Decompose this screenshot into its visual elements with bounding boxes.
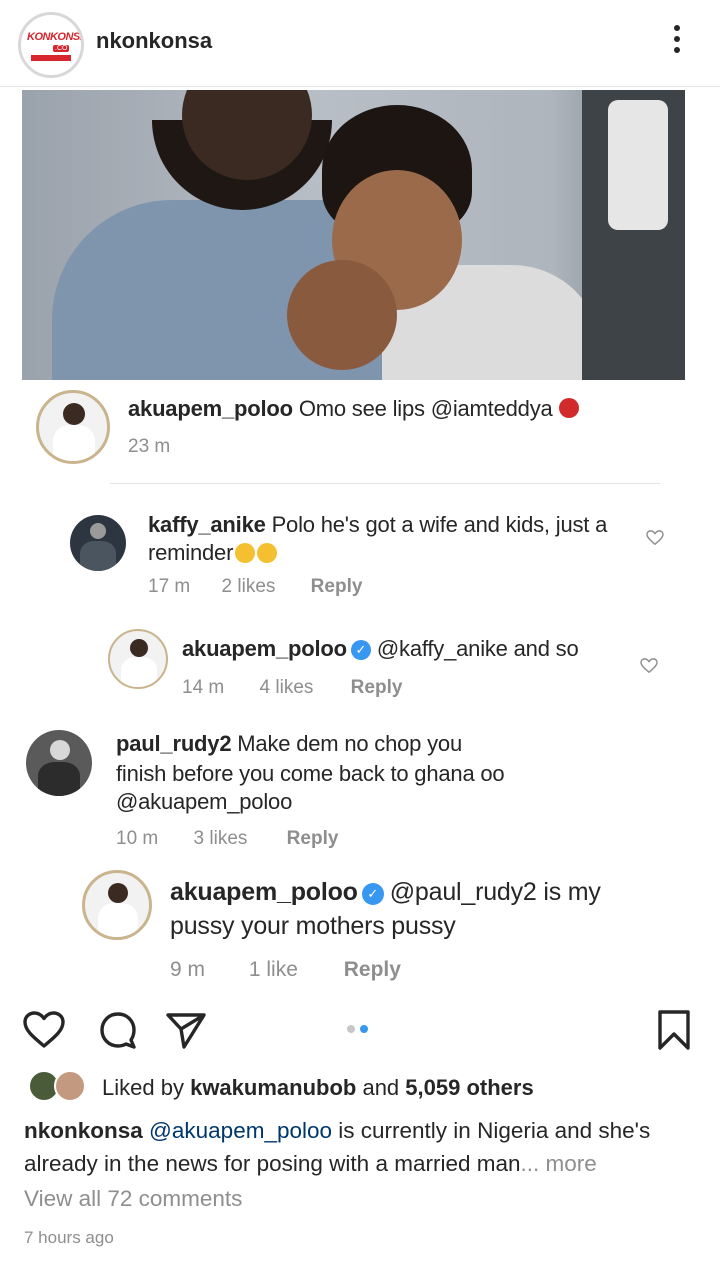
- likes-row[interactable]: Liked by kwakumanubob and 5,059 others: [24, 1070, 714, 1106]
- heart-icon: [640, 658, 658, 674]
- comment-text: reminder: [148, 540, 234, 565]
- comment-time: 23 m: [128, 436, 171, 457]
- comment-username: akuapem_poloo: [128, 396, 293, 421]
- comment-likes: 3 likes: [193, 828, 248, 849]
- post-timestamp: 7 hours ago: [24, 1228, 114, 1247]
- avatar: [108, 629, 168, 689]
- share-send-icon[interactable]: [164, 1010, 208, 1050]
- comment-icon[interactable]: [98, 1010, 138, 1050]
- logo-band: [31, 55, 71, 61]
- profile-avatar[interactable]: KONKONSA .CO: [18, 12, 84, 78]
- logo-text: KONKONSA: [27, 31, 84, 43]
- comment-divider: [110, 483, 660, 484]
- reply-button: Reply: [350, 677, 403, 698]
- reply-button: Reply: [343, 958, 401, 981]
- comment-time: 17 m: [148, 576, 191, 597]
- reply-button: Reply: [286, 828, 339, 849]
- comment-time: 10 m: [116, 828, 159, 849]
- konkonsa-logo: KONKONSA .CO: [27, 25, 84, 65]
- caption-mention[interactable]: @akuapem_poloo: [149, 1118, 332, 1143]
- post-actions: [0, 1000, 720, 1060]
- post-caption: nkonkonsa @akuapem_poloo is currently in…: [24, 1114, 704, 1180]
- avatar: [36, 390, 110, 464]
- avatar: [70, 515, 126, 571]
- comment-time: 9 m: [170, 958, 206, 981]
- comment-text: @paul_rudy2 is my: [389, 878, 601, 906]
- comment-username: paul_rudy2: [116, 731, 232, 756]
- laughing-emoji-icon: [257, 543, 278, 563]
- comment-text: pussy your mothers pussy: [170, 912, 456, 940]
- carousel-dot: [347, 1025, 355, 1033]
- caption-more-link[interactable]: ... more: [521, 1151, 597, 1176]
- liker-username[interactable]: kwakumanubob: [190, 1075, 356, 1100]
- like-heart-icon[interactable]: [22, 1010, 66, 1050]
- laughing-emoji-icon: [235, 543, 256, 563]
- verified-badge-icon: ✓: [350, 640, 371, 660]
- comment-likes: 4 likes: [259, 677, 314, 698]
- comment-text: finish before you come back to ghana oo: [116, 761, 505, 786]
- comment-text: Make dem no chop you: [237, 731, 462, 756]
- liked-by-label: Liked by: [102, 1075, 184, 1100]
- likes-and: and: [362, 1075, 400, 1100]
- comment-likes: 1 like: [248, 958, 298, 981]
- carousel-indicator: [347, 1020, 377, 1033]
- comment-text: @kaffy_anike and so: [376, 636, 579, 661]
- post-header: KONKONSA .CO nkonkonsa: [0, 0, 720, 84]
- liker-avatar: [54, 1070, 86, 1102]
- avatar: [82, 870, 152, 940]
- comment-likes: 2 likes: [221, 576, 276, 597]
- verified-badge-icon: ✓: [361, 883, 384, 905]
- comment-mention: @akuapem_poloo: [116, 789, 293, 814]
- post-media[interactable]: akuapem_poloo Omo see lips @iamteddya 23…: [0, 87, 720, 997]
- comment-username: akuapem_poloo: [182, 636, 347, 661]
- logo-suffix: .CO: [53, 45, 70, 52]
- comment-time: 14 m: [182, 677, 225, 698]
- comment-username: kaffy_anike: [148, 512, 266, 537]
- reply-button: Reply: [310, 576, 363, 597]
- post-photo: [22, 90, 685, 380]
- more-options-icon[interactable]: [666, 22, 688, 62]
- comment-text: Omo see lips @iamteddya: [298, 396, 553, 421]
- comment-text: Polo he's got a wife and kids, just a: [271, 512, 608, 537]
- comment-username: akuapem_poloo: [170, 878, 358, 906]
- view-all-comments-link[interactable]: View all 72 comments: [24, 1186, 242, 1212]
- avatar: [26, 730, 92, 796]
- post-username[interactable]: nkonkonsa: [96, 28, 212, 54]
- caption-username[interactable]: nkonkonsa: [24, 1118, 143, 1143]
- likes-count[interactable]: 5,059 others: [405, 1075, 533, 1100]
- heart-icon: [646, 530, 664, 546]
- carousel-dot-active: [360, 1025, 368, 1033]
- bookmark-icon[interactable]: [656, 1008, 692, 1052]
- tongue-emoji-icon: [558, 398, 579, 418]
